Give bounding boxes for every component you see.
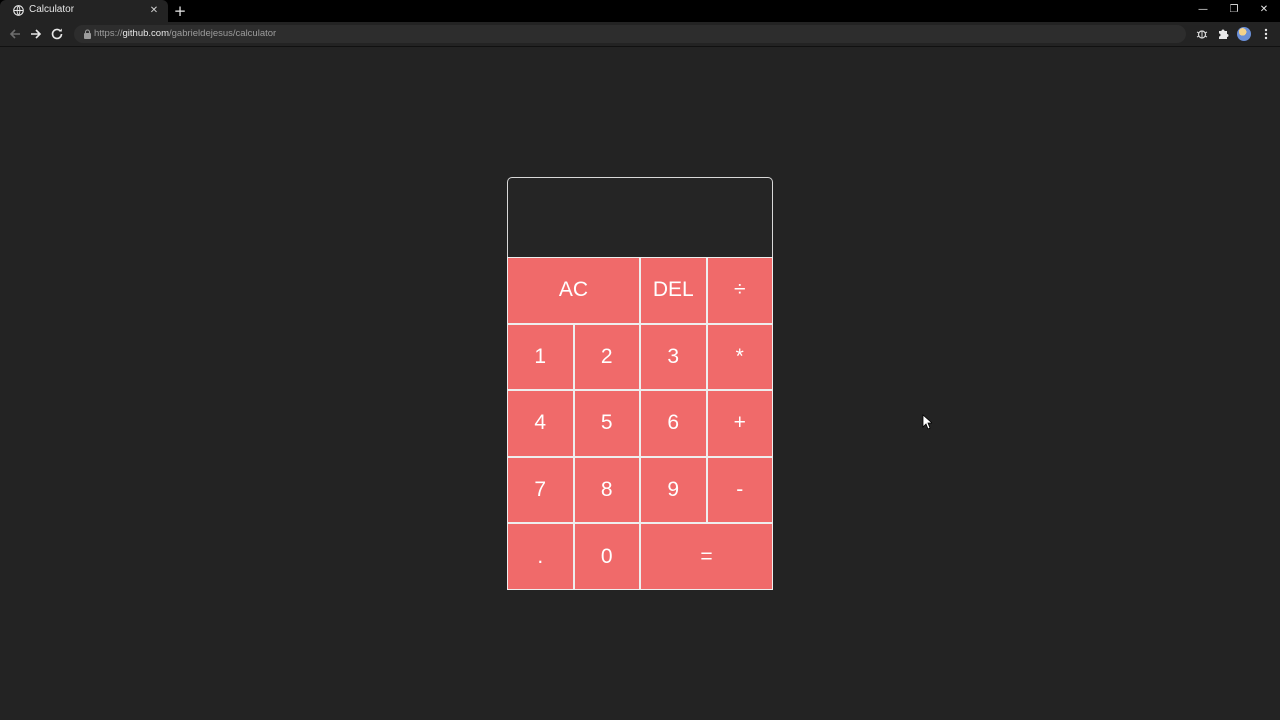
- extensions-puzzle-icon[interactable]: [1216, 27, 1230, 41]
- decimal-button[interactable]: .: [508, 524, 573, 589]
- digit-3-button[interactable]: 3: [641, 324, 706, 390]
- tab-title: Calculator: [29, 4, 75, 15]
- url-text[interactable]: https://github.com/gabrieldejesus/calcul…: [94, 28, 276, 39]
- digit-7-button[interactable]: 7: [508, 457, 573, 523]
- url-host: github.com: [122, 28, 169, 39]
- divide-button[interactable]: ÷: [707, 258, 772, 323]
- digit-5-button[interactable]: 5: [574, 391, 639, 456]
- close-window-button[interactable]: ✕: [1254, 2, 1274, 18]
- address-bar[interactable]: https://github.com/gabrieldejesus/calcul…: [74, 25, 1186, 43]
- kebab-menu-icon[interactable]: [1261, 27, 1271, 41]
- mouse-pointer-icon: [922, 414, 932, 430]
- minimize-window-button[interactable]: —: [1193, 2, 1213, 18]
- url-path: /gabrieldejesus/calculator: [169, 28, 277, 39]
- extension-bug-icon[interactable]: [1195, 27, 1209, 41]
- forward-arrow-icon[interactable]: [28, 26, 44, 42]
- calculator-keypad: AC DEL ÷ 1 2 3 * 4 5 6 +7 8 9-. 0 =: [507, 257, 773, 590]
- globe-icon: [13, 5, 24, 16]
- new-tab-button[interactable]: +: [173, 3, 187, 19]
- restore-window-button[interactable]: ❐: [1224, 2, 1244, 18]
- tab-strip: Calculator ✕ + — ❐ ✕: [0, 0, 1280, 22]
- equals-button[interactable]: =: [641, 524, 772, 589]
- digit-9-button[interactable]: 9: [641, 457, 706, 523]
- close-tab-icon[interactable]: ✕: [148, 5, 160, 17]
- reload-icon[interactable]: [49, 26, 65, 42]
- url-scheme: https://: [94, 28, 123, 39]
- digit-0-button[interactable]: 0: [574, 524, 639, 589]
- browser-toolbar: https://github.com/gabrieldejesus/calcul…: [0, 22, 1280, 47]
- digit-1-button[interactable]: 1: [508, 324, 573, 390]
- subtract-button[interactable]: -: [707, 457, 772, 523]
- back-arrow-icon[interactable]: [7, 26, 23, 42]
- delete-button[interactable]: DEL: [641, 258, 706, 323]
- digit-4-button[interactable]: 4: [508, 391, 573, 456]
- multiply-button[interactable]: *: [707, 324, 772, 390]
- calculator-display: [507, 177, 773, 257]
- digit-8-button[interactable]: 8: [574, 457, 639, 523]
- add-button[interactable]: +: [707, 391, 772, 456]
- lock-icon[interactable]: [83, 29, 92, 39]
- tab-calculator[interactable]: Calculator ✕: [0, 0, 168, 22]
- digit-6-button[interactable]: 6: [641, 391, 706, 456]
- digit-2-button[interactable]: 2: [574, 324, 639, 390]
- profile-avatar[interactable]: [1237, 27, 1251, 41]
- all-clear-button[interactable]: AC: [508, 258, 639, 323]
- calculator: AC DEL ÷ 1 2 3 * 4 5 6 +7 8 9-. 0 =: [507, 177, 773, 590]
